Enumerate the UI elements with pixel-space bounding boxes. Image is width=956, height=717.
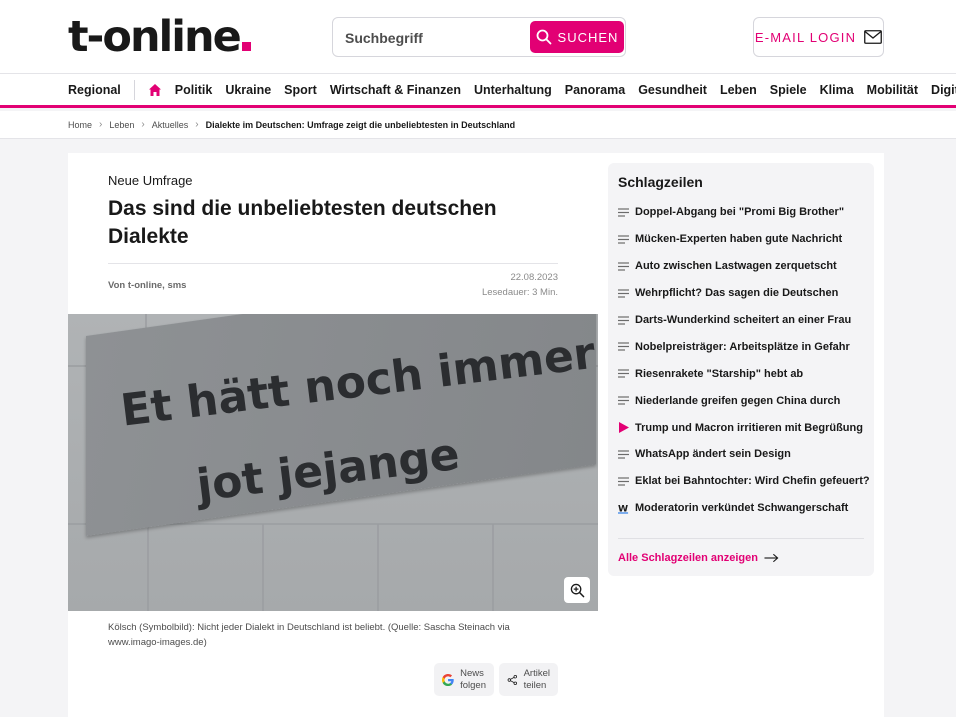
nav-divider bbox=[133, 79, 135, 100]
all-headlines-label: Alle Schlagzeilen anzeigen bbox=[618, 552, 758, 564]
nav-list: Regional Politik Ukraine Sport Wirtschaft &… bbox=[68, 74, 956, 105]
breadcrumb-item-home[interactable]: Home bbox=[68, 120, 92, 130]
headline-item[interactable]: Nobelpreisträger: Arbeitsplätze in Gefah… bbox=[618, 333, 868, 360]
search-input[interactable] bbox=[345, 26, 525, 50]
text-lines-icon bbox=[618, 477, 629, 486]
nav-item-mobilität[interactable]: Mobilität bbox=[867, 83, 918, 97]
nav-item-digital[interactable]: Digital bbox=[931, 83, 956, 97]
nav-item-politik[interactable]: Politik bbox=[175, 83, 213, 97]
t-online-logo[interactable]: t-online bbox=[68, 14, 251, 60]
breadcrumb-item-aktuelles[interactable]: Aktuelles bbox=[152, 120, 189, 130]
headline-label: Auto zwischen Lastwagen zerquetscht bbox=[635, 260, 837, 273]
chevron-right-icon: › bbox=[141, 119, 145, 130]
article-kicker: Neue Umfrage bbox=[108, 173, 193, 188]
chevron-right-icon: › bbox=[195, 119, 199, 130]
nav-item-sport[interactable]: Sport bbox=[284, 83, 317, 97]
headlines-divider bbox=[618, 538, 864, 539]
article-divider bbox=[108, 263, 558, 264]
text-lines-icon bbox=[618, 262, 629, 271]
text-lines-icon bbox=[618, 315, 629, 325]
nav-item-gesundheit[interactable]: Gesundheit bbox=[638, 83, 707, 97]
sidebar: Schlagzeilen Doppel-Abgang bei "Promi Bi… bbox=[598, 153, 884, 717]
nav-item-regional[interactable]: Regional bbox=[68, 83, 121, 97]
text-lines-icon bbox=[618, 369, 629, 378]
headline-item[interactable]: Trump und Macron irritieren mit Begrüßun… bbox=[618, 414, 868, 441]
headline-item[interactable]: WhatsApp ändert sein Design bbox=[618, 441, 868, 468]
nav-item-panorama[interactable]: Panorama bbox=[565, 83, 625, 97]
image-zoom-button[interactable] bbox=[564, 577, 590, 603]
chevron-right-icon: › bbox=[99, 119, 103, 130]
nav-item-unterhaltung[interactable]: Unterhaltung bbox=[474, 83, 552, 97]
search-button-label: SUCHEN bbox=[557, 29, 619, 45]
headline-item[interactable]: Doppel-Abgang bei "Promi Big Brother" bbox=[618, 199, 868, 226]
nav-item-klima[interactable]: Klima bbox=[820, 83, 854, 97]
w-logo-icon: W bbox=[618, 503, 629, 514]
headline-label: Trump und Macron irritieren mit Begrüßun… bbox=[635, 421, 863, 434]
article-author[interactable]: Von t-online, sms bbox=[108, 280, 186, 291]
share-icon bbox=[507, 674, 517, 685]
article: Neue Umfrage Das sind die unbeliebtesten… bbox=[68, 153, 598, 717]
headlines-title: Schlagzeilen bbox=[618, 174, 703, 190]
search-icon bbox=[536, 29, 551, 45]
text-lines-icon bbox=[618, 235, 629, 244]
article-read-time: Lesedauer: 3 Min. bbox=[481, 287, 558, 298]
headline-item[interactable]: Mücken-Experten haben gute Nachricht bbox=[618, 226, 868, 253]
headline-label: Eklat bei Bahntochter: Wird Chefin gefeu… bbox=[635, 475, 870, 488]
headline-label: Niederlande greifen gegen China durch bbox=[635, 394, 841, 407]
breadcrumb: Home › Leben › Aktuelles › Dialekte im Deutsch… bbox=[68, 119, 515, 130]
article-headline: Das sind die unbeliebtesten deutschen Di… bbox=[108, 197, 497, 248]
nav-item-ukraine[interactable]: Ukraine bbox=[225, 83, 271, 97]
headline-label: Nobelpreisträger: Arbeitsplätze in Gefah… bbox=[635, 340, 850, 353]
headline-label: Moderatorin verkündet Schwangerschaft bbox=[635, 502, 849, 515]
headline-item[interactable]: Auto zwischen Lastwagen zerquetscht bbox=[618, 253, 868, 280]
headline-label: WhatsApp ändert sein Design bbox=[635, 448, 791, 461]
headline-label: Mücken-Experten haben gute Nachricht bbox=[635, 233, 843, 246]
article-hero-image[interactable]: Et hätt noch immer jot jejange bbox=[68, 314, 598, 611]
breadcrumb-bar: Home › Leben › Aktuelles › Dialekte im Deutsch… bbox=[0, 111, 956, 139]
headline-label: Wehrpflicht? Das sagen die Deutschen bbox=[635, 287, 839, 300]
logo-dot bbox=[241, 42, 251, 51]
image-caption: Kölsch (Symbolbild): Nicht jeder Dialekt… bbox=[108, 622, 510, 648]
headline-item[interactable]: W Moderatorin verkündet Schwangerschaft bbox=[618, 495, 868, 522]
text-lines-icon bbox=[618, 396, 629, 405]
site-header: t-online SUCHEN E-MAIL LOGIN bbox=[0, 0, 956, 74]
headline-label: Doppel-Abgang bei "Promi Big Brother" bbox=[635, 206, 845, 219]
text-lines-icon bbox=[618, 208, 629, 217]
text-lines-icon bbox=[618, 342, 629, 351]
headline-label: Riesenrakete "Starship" hebt ab bbox=[635, 367, 804, 380]
share-label: Artikel teilen bbox=[523, 667, 550, 691]
nav-item-leben[interactable]: Leben bbox=[720, 83, 757, 97]
google-follow-label: News folgen bbox=[460, 667, 486, 691]
nav-item-wirtschaft-finanzen[interactable]: Wirtschaft & Finanzen bbox=[330, 83, 461, 97]
arrow-right-icon bbox=[764, 553, 779, 563]
search-box: SUCHEN bbox=[332, 17, 626, 57]
email-login-button[interactable]: E-MAIL LOGIN bbox=[753, 17, 884, 57]
headlines-box: Schlagzeilen Doppel-Abgang bei "Promi Bi… bbox=[608, 163, 874, 576]
share-article-button[interactable]: Artikel teilen bbox=[499, 663, 558, 696]
envelope-icon bbox=[864, 30, 883, 44]
breadcrumb-current: Dialekte im Deutschen: Umfrage zeigt die… bbox=[205, 119, 516, 130]
zoom-in-icon bbox=[570, 583, 584, 597]
play-icon bbox=[618, 422, 629, 434]
headline-item[interactable]: Niederlande greifen gegen China durch bbox=[618, 387, 868, 414]
headline-item[interactable]: Wehrpflicht? Das sagen die Deutschen bbox=[618, 280, 868, 307]
headlines-list: Doppel-Abgang bei "Promi Big Brother" Müc… bbox=[618, 199, 870, 522]
all-headlines-link[interactable]: Alle Schlagzeilen anzeigen bbox=[618, 552, 779, 564]
main-navigation: Regional Politik Ukraine Sport Wirtschaft &… bbox=[0, 74, 956, 108]
text-lines-icon bbox=[618, 450, 629, 459]
home-icon[interactable] bbox=[148, 83, 162, 97]
text-lines-icon bbox=[618, 289, 629, 298]
email-login-label: E-MAIL LOGIN bbox=[754, 29, 857, 45]
search-button[interactable]: SUCHEN bbox=[530, 21, 624, 53]
google-icon bbox=[442, 673, 454, 686]
headline-label: Darts-Wunderkind scheitert an einer Frau bbox=[635, 314, 852, 326]
breadcrumb-item-leben[interactable]: Leben bbox=[109, 120, 134, 130]
article-date: 22.08.2023 bbox=[510, 272, 558, 283]
nav-item-spiele[interactable]: Spiele bbox=[770, 83, 807, 97]
headline-item[interactable]: Eklat bei Bahntochter: Wird Chefin gefeu… bbox=[618, 468, 870, 495]
google-news-follow-button[interactable]: News folgen bbox=[434, 663, 494, 696]
headline-item[interactable]: Darts-Wunderkind scheitert an einer Frau bbox=[618, 307, 868, 334]
headline-item[interactable]: Riesenrakete "Starship" hebt ab bbox=[618, 360, 868, 387]
